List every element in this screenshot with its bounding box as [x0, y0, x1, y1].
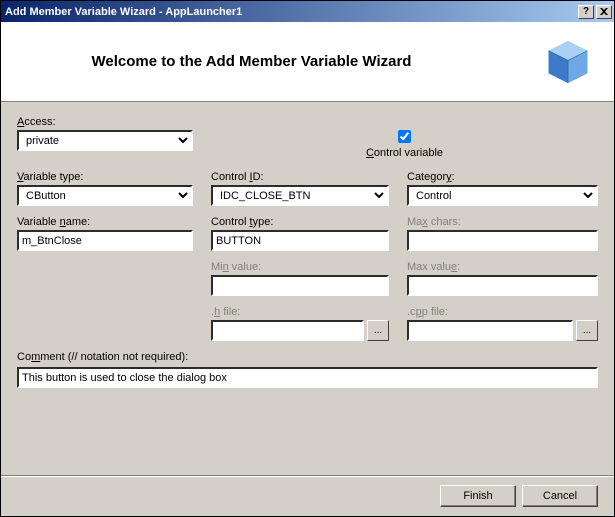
variable-name-input[interactable] — [17, 230, 193, 251]
button-bar: Finish Cancel — [1, 475, 614, 516]
comment-input[interactable] — [17, 367, 598, 388]
min-value-input — [211, 275, 389, 296]
max-chars-label: Max chars: — [407, 216, 598, 228]
control-variable-checkbox[interactable] — [398, 130, 411, 143]
wizard-window: Add Member Variable Wizard - AppLauncher… — [0, 0, 615, 517]
access-label: Access: — [17, 116, 193, 128]
window-title: Add Member Variable Wizard - AppLauncher… — [5, 6, 576, 18]
close-button[interactable] — [596, 5, 612, 19]
control-type-input[interactable] — [211, 230, 389, 251]
control-id-label: Control ID: — [211, 171, 389, 183]
control-variable-label: Control variable — [366, 147, 443, 159]
cpp-file-input — [407, 320, 573, 341]
control-type-label: Control type: — [211, 216, 389, 228]
finish-button[interactable]: Finish — [440, 485, 516, 507]
variable-type-select[interactable]: CButton — [17, 185, 193, 206]
category-select[interactable]: Control — [407, 185, 598, 206]
max-chars-input — [407, 230, 598, 251]
comment-label: Comment (// notation not required): — [17, 351, 598, 363]
title-bar-buttons: ? — [576, 5, 612, 19]
variable-type-label: Variable type: — [17, 171, 193, 183]
wizard-header: Welcome to the Add Member Variable Wizar… — [1, 22, 614, 102]
category-label: Category: — [407, 171, 598, 183]
max-value-input — [407, 275, 598, 296]
max-value-label: Max value: — [407, 261, 598, 273]
h-file-label: .h file: — [211, 306, 389, 318]
h-file-browse-button[interactable]: ... — [367, 320, 389, 341]
h-file-input — [211, 320, 364, 341]
help-button[interactable]: ? — [578, 5, 594, 19]
variable-name-label: Variable name: — [17, 216, 193, 228]
wizard-welcome-text: Welcome to the Add Member Variable Wizar… — [21, 53, 542, 70]
min-value-label: Min value: — [211, 261, 389, 273]
wizard-cube-icon — [542, 36, 594, 88]
cancel-button[interactable]: Cancel — [522, 485, 598, 507]
control-id-select[interactable]: IDC_CLOSE_BTN — [211, 185, 389, 206]
cpp-file-label: .cpp file: — [407, 306, 598, 318]
access-select[interactable]: private — [17, 130, 193, 151]
title-bar: Add Member Variable Wizard - AppLauncher… — [1, 1, 614, 22]
wizard-body: Access: private Control variable Variabl… — [1, 102, 614, 475]
cpp-file-browse-button[interactable]: ... — [576, 320, 598, 341]
